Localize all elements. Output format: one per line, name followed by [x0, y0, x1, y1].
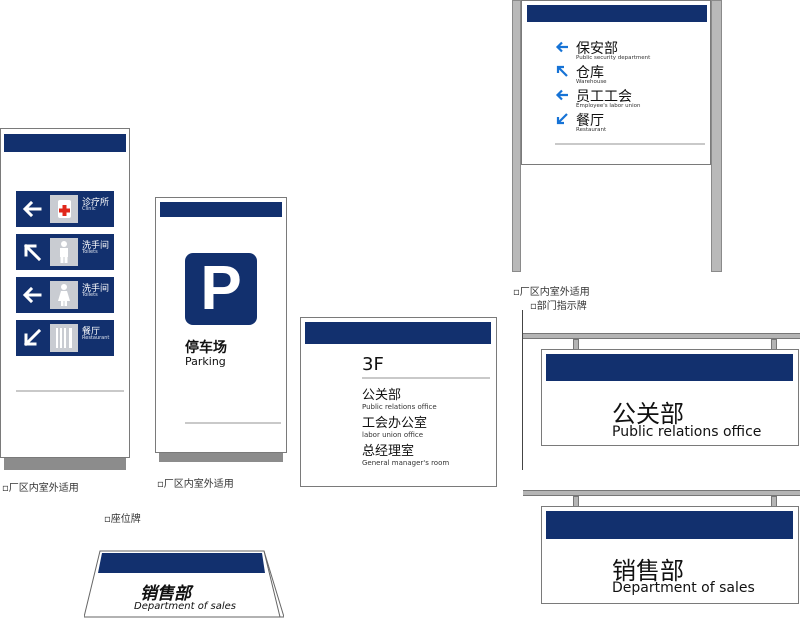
parking-sign-header-bar: [160, 202, 282, 217]
hanging-rail: [523, 490, 800, 496]
hanging-sign-header-bar: [546, 511, 793, 539]
parking-symbol: P: [200, 254, 242, 323]
row-label-en: Toilets: [82, 292, 98, 298]
directory-label-en: Employee's labor union: [576, 103, 641, 109]
tall-sign-row-restaurant: 餐厅 Restaurant: [16, 320, 114, 356]
directory-sign-divider: [555, 143, 705, 145]
first-aid-icon: [50, 195, 78, 223]
parking-label-zh: 停车场: [185, 340, 227, 356]
room-label-en: Public relations office: [362, 403, 437, 411]
room-label-zh: 公关部: [362, 388, 402, 403]
parking-sign-caption: ▫厂区内室外适用: [157, 479, 234, 490]
desk-sign-caption: ▫座位牌: [104, 514, 141, 525]
cutlery-icon: [50, 324, 78, 352]
down-left-arrow-icon: [556, 113, 568, 125]
floor-number: 3F: [362, 354, 384, 375]
up-left-arrow-icon: [556, 65, 568, 77]
left-arrow-icon: [555, 41, 568, 53]
room-entry: 工会办公室 labor union office: [362, 416, 427, 440]
room-entry: 总经理室 General manager's room: [362, 444, 449, 468]
left-arrow-icon: [22, 200, 42, 218]
tall-sign-row-clinic: 诊疗所 Clinic: [16, 191, 114, 227]
left-arrow-icon: [555, 89, 568, 101]
directory-left-post: [512, 0, 521, 272]
woman-icon: [50, 281, 78, 309]
room-label-en: labor union office: [362, 431, 424, 439]
room-label-en: General manager's room: [362, 459, 450, 467]
desk-sign-label-en: Department of sales: [134, 601, 236, 612]
directory-label-en: Restaurant: [576, 127, 607, 133]
tall-sign-divider: [16, 390, 124, 392]
tall-sign-header-bar: [4, 134, 126, 152]
man-icon: [50, 238, 78, 266]
parking-sign: P 停车场 Parking: [155, 197, 289, 462]
parking-sign-divider: [185, 422, 281, 424]
directory-sign-panel: [521, 0, 711, 165]
floor-sign-divider: [362, 377, 490, 379]
hanging-sign-label-en: Department of sales: [612, 580, 755, 596]
directory-caption-usage: ▫厂区内室外适用: [513, 287, 590, 298]
hanging-sign-header-bar: [546, 354, 793, 381]
tall-sign-shadow: [4, 458, 126, 470]
directory-caption-type: ▫部门指示牌: [530, 301, 587, 312]
parking-label-en: Parking: [185, 355, 226, 368]
tall-sign-caption: ▫厂区内室外适用: [2, 483, 79, 494]
tall-sign-row-toilets-women: 洗手间 Toilets: [16, 277, 114, 313]
row-label-en: Toilets: [82, 249, 98, 255]
tall-sign-row-toilets-men: 洗手间 Toilets: [16, 234, 114, 270]
up-left-arrow-icon: [23, 243, 42, 262]
directory-sign-header-bar: [527, 5, 707, 22]
parking-sign-shadow: [159, 452, 283, 462]
row-label-en: Restaurant: [82, 335, 110, 341]
room-label-zh: 工会办公室: [362, 416, 428, 431]
row-label-en: Clinic: [82, 206, 96, 212]
down-left-arrow-icon: [23, 328, 42, 347]
directory-label-en: Public security department: [576, 55, 651, 61]
left-arrow-icon: [22, 286, 42, 304]
hanging-rail: [523, 333, 800, 339]
parking-p-icon: P: [185, 253, 257, 325]
tall-sign: 诊疗所 Clinic 洗手间 Toilets 洗手间 Toilets 餐厅 Re…: [0, 128, 130, 470]
hanging-sign-label-en: Public relations office: [612, 424, 762, 440]
floor-sign-header-bar: [305, 322, 491, 344]
room-label-zh: 总经理室: [362, 444, 415, 459]
room-entry: 公关部 Public relations office: [362, 388, 437, 412]
directory-label-en: Warehouse: [576, 79, 607, 85]
directory-right-post: [711, 0, 722, 272]
parking-sign-panel: [155, 197, 287, 453]
